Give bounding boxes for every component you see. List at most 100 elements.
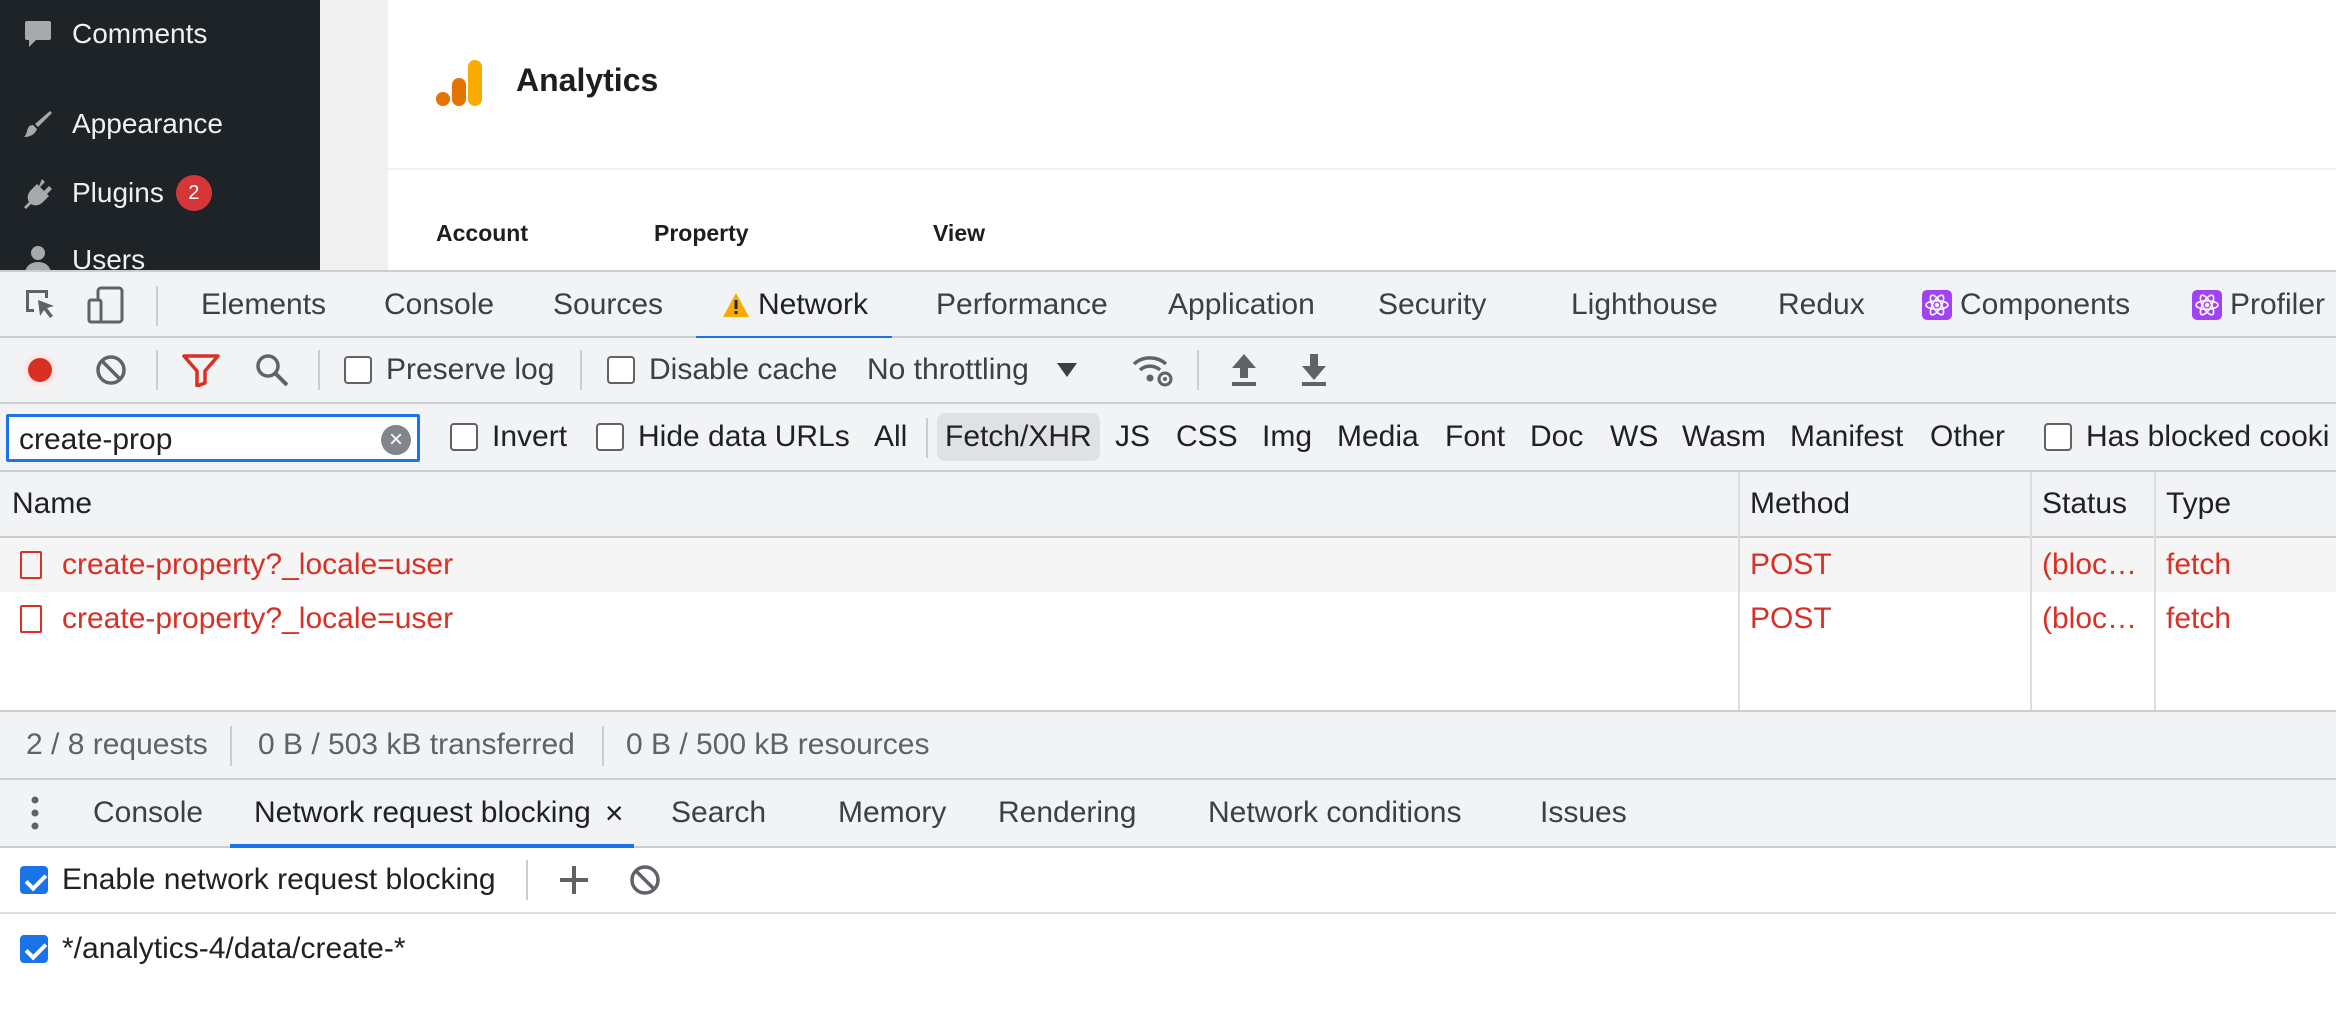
column-divider[interactable] xyxy=(2154,472,2156,710)
tab-console[interactable]: Console xyxy=(384,272,494,338)
clear-filter-icon[interactable]: × xyxy=(381,425,411,455)
enable-blocking-checkbox[interactable]: Enable network request blocking xyxy=(20,848,496,912)
hide-data-urls-checkbox[interactable]: Hide data URLs xyxy=(596,404,850,470)
tab-sources[interactable]: Sources xyxy=(553,272,663,338)
checkbox[interactable] xyxy=(2044,423,2072,451)
search-icon[interactable] xyxy=(254,338,290,402)
remove-all-patterns-icon[interactable] xyxy=(628,848,662,912)
requests-count: 2 / 8 requests xyxy=(26,728,208,761)
wp-sidebar: Comments Appearance Plugins 2 Users xyxy=(0,0,320,270)
drawer-tab-network-request-blocking[interactable]: Network request blocking × xyxy=(230,780,634,848)
device-toolbar-icon[interactable] xyxy=(86,272,126,338)
sidebar-item-label: Users xyxy=(72,244,146,270)
filter-type-wasm[interactable]: Wasm xyxy=(1682,404,1766,470)
devtools-panel: Elements Console Sources Network Perform… xyxy=(0,270,2336,1026)
column-divider[interactable] xyxy=(1738,472,1740,710)
tab-elements[interactable]: Elements xyxy=(201,272,326,338)
drawer-tab-console[interactable]: Console xyxy=(93,780,203,846)
column-header-status[interactable]: Status xyxy=(2030,472,2127,536)
disable-cache-checkbox[interactable]: Disable cache xyxy=(607,338,837,402)
preserve-log-label: Preserve log xyxy=(386,353,555,386)
checkbox[interactable] xyxy=(596,423,624,451)
filter-type-fetch-xhr[interactable]: Fetch/XHR xyxy=(937,413,1100,461)
tab-application[interactable]: Application xyxy=(1168,272,1315,338)
tab-lighthouse[interactable]: Lighthouse xyxy=(1571,272,1718,338)
page-title: Analytics xyxy=(516,62,659,98)
throttling-select[interactable]: No throttling xyxy=(867,338,1077,402)
filter-input[interactable] xyxy=(19,423,379,457)
network-conditions-icon[interactable] xyxy=(1132,338,1174,402)
tab-security[interactable]: Security xyxy=(1378,272,1486,338)
toolbar-divider xyxy=(156,350,158,390)
checkbox[interactable] xyxy=(20,935,48,963)
import-har-icon[interactable] xyxy=(1228,338,1260,402)
plugin-icon xyxy=(18,173,58,213)
request-status: (bloc… xyxy=(2042,548,2138,581)
throttling-value: No throttling xyxy=(867,353,1029,386)
table-row[interactable]: create-property?_locale=user POST (bloc…… xyxy=(0,538,2336,592)
column-header-method[interactable]: Method xyxy=(1738,472,1850,536)
has-blocked-cookies-checkbox[interactable]: Has blocked cooki xyxy=(2044,404,2329,470)
request-name-text: create-property?_locale=user xyxy=(62,602,454,635)
inspect-element-icon[interactable] xyxy=(22,272,60,338)
column-divider[interactable] xyxy=(2030,472,2032,710)
export-har-icon[interactable] xyxy=(1298,338,1330,402)
resources-size: 0 B / 500 kB resources xyxy=(626,728,930,761)
checkbox[interactable] xyxy=(344,356,372,384)
filter-type-js[interactable]: JS xyxy=(1115,404,1150,470)
table-row[interactable]: create-property?_locale=user POST (bloc…… xyxy=(0,592,2336,646)
drawer-menu-icon[interactable] xyxy=(30,780,40,846)
sidebar-item-appearance[interactable]: Appearance xyxy=(0,96,320,152)
user-icon xyxy=(18,240,58,270)
preserve-log-checkbox[interactable]: Preserve log xyxy=(344,338,554,402)
drawer-tab-issues[interactable]: Issues xyxy=(1540,780,1627,846)
checkbox[interactable] xyxy=(607,356,635,384)
filter-type-css[interactable]: CSS xyxy=(1176,404,1238,470)
filter-type-img[interactable]: Img xyxy=(1262,404,1312,470)
tab-performance[interactable]: Performance xyxy=(936,272,1108,338)
sidebar-item-plugins[interactable]: Plugins 2 xyxy=(0,165,320,221)
invert-checkbox[interactable]: Invert xyxy=(450,404,567,470)
clear-icon[interactable] xyxy=(94,338,128,402)
filter-type-ws[interactable]: WS xyxy=(1610,404,1658,470)
file-icon xyxy=(20,551,42,579)
filter-type-media[interactable]: Media xyxy=(1337,404,1419,470)
drawer-tab-search[interactable]: Search xyxy=(671,780,766,846)
blocked-patterns-list: */analytics-4/data/create-* xyxy=(0,914,2336,1026)
tab-profiler[interactable]: Profiler xyxy=(2192,272,2325,338)
has-blocked-cookies-label: Has blocked cooki xyxy=(2086,420,2330,453)
tab-components[interactable]: Components xyxy=(1922,272,2130,338)
checkbox[interactable] xyxy=(450,423,478,451)
filter-icon[interactable] xyxy=(182,338,220,402)
filter-type-other[interactable]: Other xyxy=(1930,404,2005,470)
tab-components-label: Components xyxy=(1960,288,2131,321)
filter-type-doc[interactable]: Doc xyxy=(1530,404,1583,470)
network-filter-bar: × Invert Hide data URLs All Fetch/XHR JS… xyxy=(0,404,2336,472)
filter-field[interactable]: × xyxy=(6,414,420,462)
filter-type-font[interactable]: Font xyxy=(1445,404,1505,470)
blocked-pattern-text: */analytics-4/data/create-* xyxy=(62,932,406,965)
record-button[interactable] xyxy=(22,338,58,402)
add-pattern-icon[interactable] xyxy=(558,848,590,912)
request-name: create-property?_locale=user xyxy=(8,592,453,646)
filter-type-all[interactable]: All xyxy=(874,404,907,470)
column-header-name[interactable]: Name xyxy=(0,472,92,536)
checkbox[interactable] xyxy=(20,866,48,894)
list-item[interactable]: */analytics-4/data/create-* xyxy=(20,922,406,976)
drawer-tab-memory[interactable]: Memory xyxy=(838,780,946,846)
request-type: fetch xyxy=(2166,602,2232,635)
invert-label: Invert xyxy=(492,420,568,453)
sidebar-item-users[interactable]: Users xyxy=(0,232,320,270)
toolbar-divider xyxy=(1197,350,1199,390)
request-status: (bloc… xyxy=(2042,602,2138,635)
drawer-tab-rendering[interactable]: Rendering xyxy=(998,780,1136,846)
filter-type-manifest[interactable]: Manifest xyxy=(1790,404,1903,470)
tab-redux[interactable]: Redux xyxy=(1778,272,1865,338)
wp-main-content: Analytics Account Property View xyxy=(388,0,2336,270)
tab-network[interactable]: Network xyxy=(696,272,893,340)
sidebar-item-comments[interactable]: Comments xyxy=(0,6,320,62)
drawer-tab-network-conditions[interactable]: Network conditions xyxy=(1208,780,1461,846)
close-icon[interactable]: × xyxy=(605,795,624,832)
column-header-type[interactable]: Type xyxy=(2154,472,2231,536)
network-requests-table: Name Method Status Type create-property?… xyxy=(0,472,2336,712)
